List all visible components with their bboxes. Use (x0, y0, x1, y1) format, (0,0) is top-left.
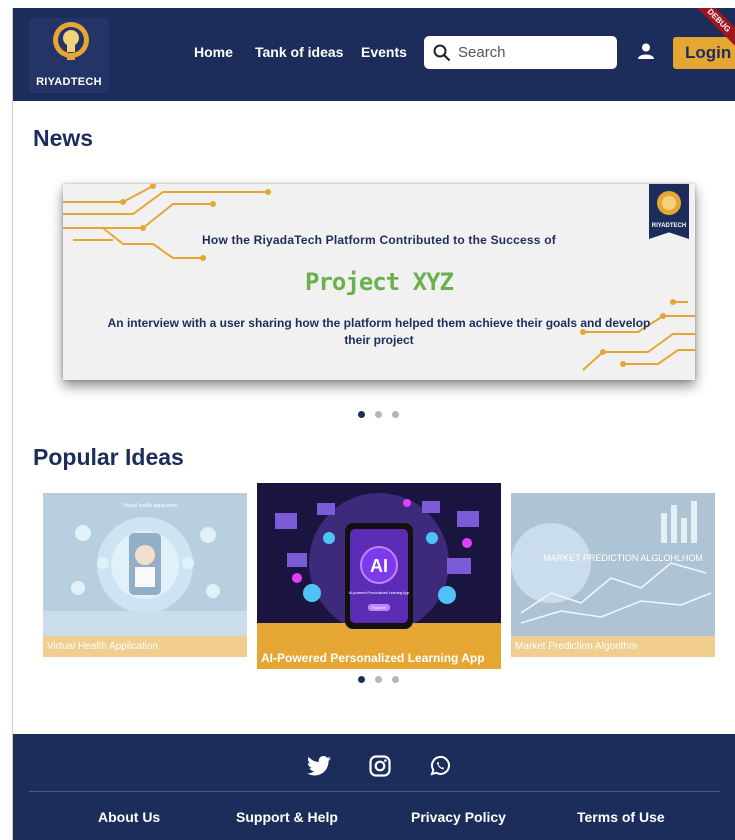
footer-privacy-policy[interactable]: Privacy Policy (411, 809, 506, 825)
idea-card[interactable]: MARKET PREDICTION ALGLOHLHOM Market Pred… (511, 493, 715, 657)
market-prediction-image: MARKET PREDICTION ALGLOHLHOM (511, 493, 715, 636)
banner-headline: How the RiyadaTech Platform Contributed … (202, 233, 556, 247)
virtual-health-image: Virtual health application (43, 493, 247, 636)
ai-screen-button: Explore (372, 605, 386, 610)
lightbulb-gear-icon (53, 22, 89, 60)
footer: About Us Support & Help Privacy Policy T… (13, 734, 735, 840)
carousel-dot[interactable] (358, 676, 365, 683)
idea-caption: Market Prediction Algorithm (511, 636, 715, 657)
search-icon (433, 44, 451, 62)
search-box[interactable] (424, 36, 617, 69)
idea-card[interactable]: AI AI-powered Personalized Learning App … (257, 483, 501, 669)
footer-terms-of-use[interactable]: Terms of Use (577, 809, 665, 825)
twitter-icon[interactable] (307, 755, 331, 777)
nav-events[interactable]: Events (361, 44, 407, 60)
footer-about-us[interactable]: About Us (98, 809, 160, 825)
search-input[interactable] (458, 42, 608, 62)
virtual-health-screen-text: Virtual health application (123, 503, 178, 509)
app-frame: RIYADTECH Home Tank of ideas Events Logi… (12, 8, 735, 840)
news-carousel-dots (358, 411, 399, 418)
idea-card[interactable]: Virtual health application Virtual Healt… (43, 493, 247, 657)
riyadtech-logo[interactable]: RIYADTECH (29, 18, 109, 93)
popular-ideas-title: Popular Ideas (33, 444, 184, 470)
banner-logo-badge: RIYADTECH (649, 184, 689, 239)
whatsapp-icon[interactable] (429, 755, 451, 777)
ideas-carousel-dots (358, 676, 399, 683)
idea-caption: Virtual Health Application (43, 636, 247, 657)
carousel-dot[interactable] (392, 676, 399, 683)
logo-text: RIYADTECH (36, 76, 102, 88)
nav-home[interactable]: Home (194, 44, 233, 60)
carousel-dot[interactable] (358, 411, 365, 418)
carousel-dot[interactable] (375, 411, 382, 418)
banner-subtext: An interview with a user sharing how the… (107, 316, 651, 347)
footer-support-help[interactable]: Support & Help (236, 809, 338, 825)
news-title: News (33, 125, 94, 151)
carousel-dot[interactable] (375, 676, 382, 683)
instagram-icon[interactable] (369, 755, 391, 777)
nav-tank-of-ideas[interactable]: Tank of ideas (255, 44, 343, 60)
banner-project-name: Project XYZ (305, 268, 454, 296)
footer-divider (29, 791, 720, 792)
ai-screen-subtitle: AI-powered Personalized Learning App (349, 591, 410, 595)
idea-caption: AI-Powered Personalized Learning App (257, 647, 501, 669)
login-button[interactable]: Login (673, 37, 735, 69)
top-nav-bar: RIYADTECH Home Tank of ideas Events Logi… (13, 8, 735, 101)
user-icon[interactable] (638, 43, 654, 59)
ai-screen-title: AI (370, 556, 388, 576)
carousel-dot[interactable] (392, 411, 399, 418)
lightbulb-icon (657, 191, 681, 215)
ai-learning-app-image: AI AI-powered Personalized Learning App … (257, 483, 501, 647)
market-screen-text: MARKET PREDICTION ALGLOHLHOM (543, 553, 703, 563)
news-banner[interactable]: RIYADTECH How the RiyadaTech Platform Co… (63, 184, 695, 380)
banner-badge-text: RIYADTECH (651, 223, 687, 229)
